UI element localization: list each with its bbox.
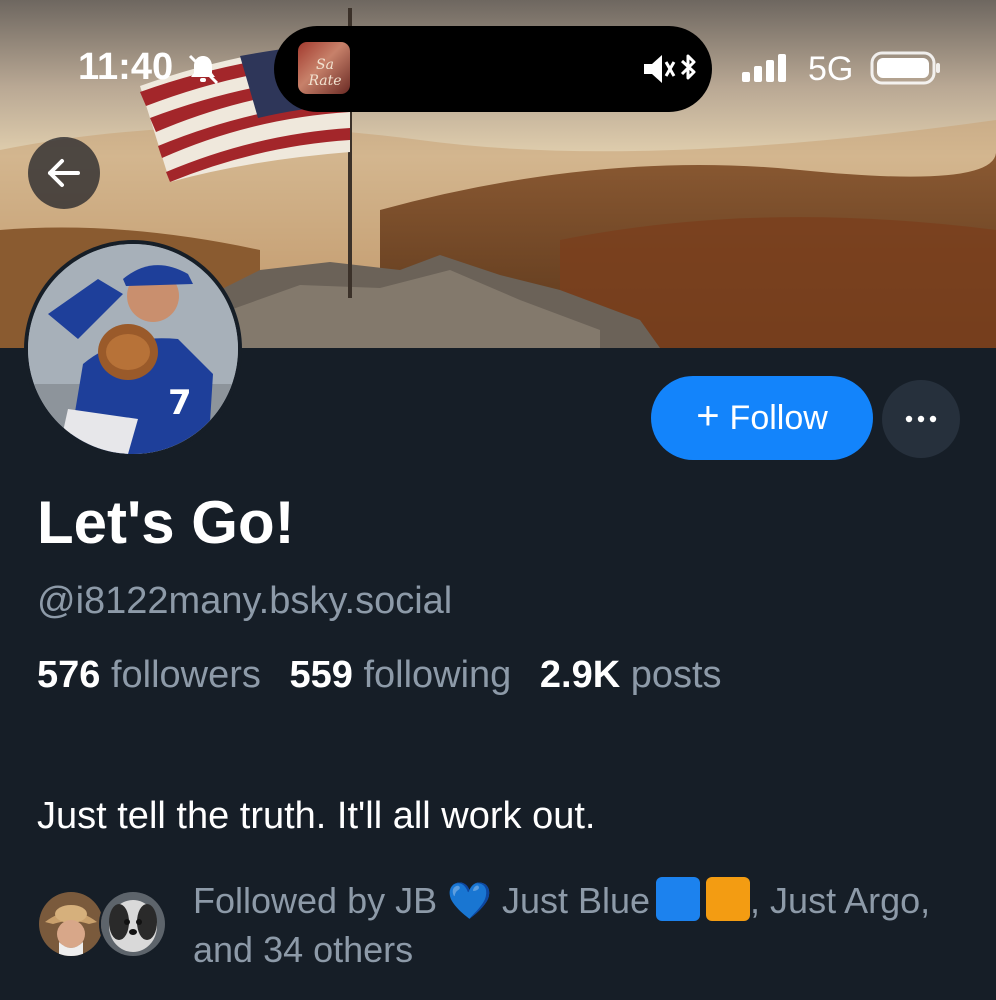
followed-by-middle: Just Blue xyxy=(501,880,651,921)
status-time: 11:40 xyxy=(78,46,174,88)
following-count: 559 xyxy=(289,654,353,696)
status-bar: 11:40 Sa Rate 5G xyxy=(0,0,996,120)
followed-by-prefix: Followed by JB xyxy=(193,880,438,921)
signal-icon xyxy=(742,54,786,82)
network-type: 5G xyxy=(808,50,854,88)
album-art-text: Sa Rate xyxy=(308,57,342,89)
follow-button[interactable]: + Follow xyxy=(651,376,873,460)
followers-label: followers xyxy=(110,654,261,696)
blue-square-icon xyxy=(656,877,701,921)
now-playing-album-art[interactable]: Sa Rate xyxy=(298,42,350,94)
back-button[interactable] xyxy=(28,137,100,209)
profile-bio: Just tell the truth. It'll all work out. xyxy=(37,795,596,837)
display-name: Let's Go! xyxy=(37,489,295,556)
posts-count: 2.9K xyxy=(539,654,621,696)
ellipsis-icon xyxy=(905,415,937,423)
followers-count: 576 xyxy=(37,654,101,696)
bell-slash-icon xyxy=(188,54,219,85)
posts-label: posts xyxy=(630,654,722,696)
profile-avatar[interactable]: 7 xyxy=(24,240,242,458)
orange-square-icon xyxy=(706,877,751,921)
arrow-left-icon xyxy=(48,159,80,187)
follower-avatar xyxy=(99,890,167,958)
known-followers-avatars[interactable] xyxy=(37,890,167,960)
follow-button-label: Follow xyxy=(729,398,828,437)
plus-icon: + xyxy=(696,394,720,438)
dynamic-island[interactable]: Sa Rate xyxy=(274,26,712,112)
more-options-button[interactable] xyxy=(882,380,960,458)
profile-handle: @i8122many.bsky.social xyxy=(37,580,453,622)
following-stat[interactable]: 559 following xyxy=(289,654,511,696)
followers-stat[interactable]: 576 followers xyxy=(37,654,261,696)
battery-icon xyxy=(870,51,940,85)
posts-stat: 2.9K posts xyxy=(540,654,722,696)
followed-by-text[interactable]: Followed by JB 💙 Just Blue, Just Argo, a… xyxy=(193,876,953,974)
speaker-bluetooth-icon xyxy=(644,54,696,83)
profile-stats: 576 followers 559 following 2.9K posts xyxy=(37,654,740,697)
svg-text:7: 7 xyxy=(168,383,192,423)
following-label: following xyxy=(363,654,512,696)
avatar-image: 7 xyxy=(28,244,238,454)
follower-avatar xyxy=(37,890,105,958)
blue-heart-emoji: 💙 xyxy=(447,880,492,921)
